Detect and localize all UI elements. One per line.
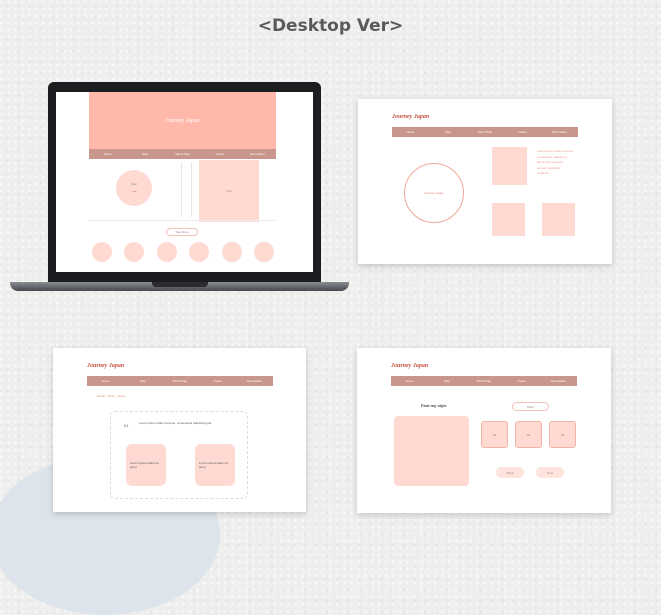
dot-item[interactable]: [189, 242, 209, 262]
nav-item[interactable]: Stay: [429, 127, 466, 137]
divider-line: [89, 220, 276, 221]
nav-item[interactable]: Travel: [503, 376, 540, 386]
page-title: <Desktop Ver>: [257, 16, 404, 36]
nav-item[interactable]: Stay: [428, 376, 465, 386]
nav-item[interactable]: Home: [89, 149, 126, 159]
cta-circle[interactable]: Start →: [116, 170, 152, 206]
nav-item[interactable]: Stay: [126, 149, 163, 159]
nav-item[interactable]: Travel: [199, 376, 236, 386]
image-card[interactable]: [542, 203, 575, 236]
style-image[interactable]: [394, 416, 469, 486]
nav-item[interactable]: Information: [236, 376, 273, 386]
nav-item[interactable]: Travel: [504, 127, 541, 137]
side-panel: Info: [199, 160, 259, 222]
laptop-nav: Home Stay Eat & Play Travel Information: [89, 149, 276, 159]
option-card[interactable]: 01: [481, 421, 508, 448]
side-panel-label: Info: [226, 189, 232, 193]
laptop-notch: [152, 282, 208, 287]
filter-label: Filter: [527, 404, 534, 409]
laptop-display: Journey Japan Home Stay Eat & Play Trave…: [56, 92, 313, 272]
arrow-right-icon: →: [130, 185, 138, 195]
dot-item[interactable]: [124, 242, 144, 262]
next-button[interactable]: Next: [536, 467, 564, 478]
dot-item[interactable]: [222, 242, 242, 262]
section-heading: Find my style: [421, 403, 447, 408]
nav-item[interactable]: Home: [391, 376, 428, 386]
image-card[interactable]: [492, 203, 525, 236]
image-card[interactable]: [492, 147, 527, 185]
nav-item[interactable]: Eat & Play: [466, 127, 503, 137]
nav-item[interactable]: Stay: [124, 376, 161, 386]
screen-find-style: Journey Japan Home Stay Eat & Play Trave…: [357, 348, 611, 513]
nav-item[interactable]: Travel: [201, 149, 238, 159]
brand-logo: Journey Japan: [391, 363, 429, 369]
nav-item[interactable]: Information: [239, 149, 276, 159]
nav-bar: Home Stay Eat & Play Travel Information: [391, 376, 577, 386]
info-box[interactable]: Lorem ipsum dolor sit amet: [126, 444, 166, 486]
see-more-label: See More: [175, 230, 189, 234]
feature-circle-label: Journey Japan: [424, 191, 444, 195]
hero-title: Journey Japan: [165, 117, 200, 124]
option-card[interactable]: 02: [515, 421, 542, 448]
hero-banner: Journey Japan: [89, 92, 276, 149]
nav-item[interactable]: Eat & Play: [164, 149, 201, 159]
nav-item[interactable]: Information: [540, 376, 577, 386]
dot-item[interactable]: [254, 242, 274, 262]
description-text: Lorem ipsum dolor sit amet consectetur a…: [537, 149, 574, 175]
see-more-button[interactable]: See More: [166, 228, 198, 236]
feature-circle[interactable]: Journey Japan: [404, 163, 464, 223]
info-box[interactable]: Lorem ipsum dolor sit amet: [195, 444, 235, 486]
breadcrumb[interactable]: Home > Stay > Hotel: [97, 394, 125, 398]
nav-item[interactable]: Eat & Play: [465, 376, 502, 386]
nav-bar: Home Stay Eat & Play Travel Information: [392, 127, 578, 137]
brand-logo: Journey Japan: [392, 114, 430, 120]
divider-line: [181, 162, 182, 217]
nav-item[interactable]: Home: [87, 376, 124, 386]
divider-line: [191, 162, 192, 217]
screen-stay: Journey Japan Home Stay Eat & Play Trave…: [358, 99, 612, 264]
nav-item[interactable]: Home: [392, 127, 429, 137]
nav-item[interactable]: Eat & Play: [161, 376, 198, 386]
intro-text: Lorem ipsum dolor sit amet, consectetur …: [139, 421, 213, 425]
nav-item[interactable]: Information: [541, 127, 578, 137]
dot-item[interactable]: [157, 242, 177, 262]
option-card[interactable]: 03: [549, 421, 576, 448]
nav-bar: Home Stay Eat & Play Travel Information: [87, 376, 273, 386]
brand-logo: Journey Japan: [87, 363, 125, 369]
screen-hotel: Journey Japan Home Stay Eat & Play Trave…: [53, 348, 306, 512]
content-frame: 01 Lorem ipsum dolor sit amet, consectet…: [110, 411, 248, 499]
back-button[interactable]: Back: [496, 467, 524, 478]
step-number: 01: [124, 423, 129, 428]
dot-item[interactable]: [92, 242, 112, 262]
filter-button[interactable]: Filter: [512, 402, 549, 411]
laptop-mockup: Journey Japan Home Stay Eat & Play Trave…: [10, 80, 349, 300]
